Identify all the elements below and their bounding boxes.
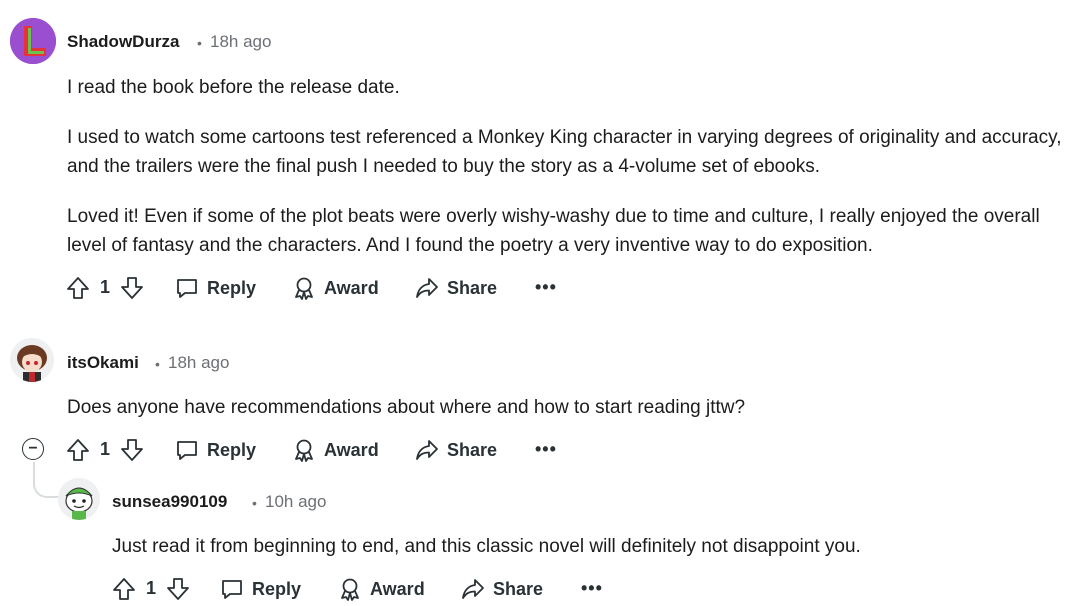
upvote-icon — [67, 439, 89, 461]
more-options-button[interactable]: ••• — [581, 578, 603, 599]
share-icon — [416, 278, 438, 298]
downvote-icon — [167, 578, 189, 600]
vote-count: 1 — [146, 578, 157, 598]
reply-label: Reply — [207, 277, 257, 298]
comment-action-bar: 1 Reply Award Share ••• — [0, 574, 1080, 604]
reply-label: Reply — [252, 578, 302, 599]
award-icon — [295, 439, 313, 462]
share-button[interactable]: Share — [415, 273, 497, 303]
comment-paragraph: Loved it! Even if some of the plot beats… — [67, 206, 1040, 256]
share-button[interactable]: Share — [461, 574, 543, 604]
meta-separator: • — [197, 35, 202, 51]
more-options-button[interactable]: ••• — [535, 439, 557, 460]
comment-bubble-icon — [177, 279, 197, 298]
upvote-button[interactable] — [66, 435, 90, 465]
comment-body: I read the book before the release date.… — [67, 73, 1067, 260]
comment-action-bar: 1 Reply Award Share ••• — [0, 435, 1080, 465]
comment-paragraph: Just read it from beginning to end, and … — [112, 536, 861, 557]
snoo-avatar-icon — [58, 478, 100, 520]
award-icon — [341, 578, 359, 601]
user-avatar[interactable] — [58, 478, 100, 520]
upvote-icon — [67, 277, 89, 299]
comment-timestamp[interactable]: 18h ago — [168, 353, 229, 373]
award-icon — [295, 277, 313, 300]
reply-button[interactable]: Reply — [175, 273, 256, 303]
upvote-icon — [113, 578, 135, 600]
reply-button[interactable]: Reply — [175, 435, 256, 465]
comment-body: Does anyone have recommendations about w… — [67, 393, 1067, 422]
comment-action-bar: 1 Reply Award Share ••• — [0, 273, 1080, 303]
thread-line-curve — [33, 474, 61, 498]
anime-character-avatar-icon — [10, 338, 54, 382]
award-label: Award — [370, 578, 425, 599]
comment-author[interactable]: sunsea990109 — [112, 492, 227, 512]
comment-paragraph: I read the book before the release date. — [67, 77, 400, 98]
award-label: Award — [324, 439, 379, 460]
downvote-icon — [121, 277, 143, 299]
share-icon — [416, 440, 438, 460]
upvote-button[interactable] — [66, 273, 90, 303]
comment-author[interactable]: itsOkami — [67, 353, 139, 373]
vote-count: 1 — [100, 439, 111, 459]
meta-separator: • — [155, 356, 160, 372]
comment-timestamp[interactable]: 10h ago — [265, 492, 326, 512]
user-avatar[interactable] — [10, 18, 56, 64]
award-button[interactable]: Award — [292, 273, 379, 303]
comment-paragraph: I used to watch some cartoons test refer… — [67, 127, 1062, 177]
vote-count: 1 — [100, 277, 111, 297]
upvote-button[interactable] — [112, 574, 136, 604]
award-label: Award — [324, 277, 379, 298]
share-icon — [462, 579, 484, 599]
more-options-button[interactable]: ••• — [535, 277, 557, 298]
award-button[interactable]: Award — [338, 574, 425, 604]
meta-separator: • — [252, 495, 257, 511]
downvote-button[interactable] — [120, 273, 144, 303]
comment-body: Just read it from beginning to end, and … — [112, 532, 1072, 561]
comment-bubble-icon — [222, 580, 242, 599]
share-label: Share — [447, 439, 498, 460]
avatar-l-icon — [10, 18, 56, 64]
comment-bubble-icon — [177, 441, 197, 460]
comment-paragraph: Does anyone have recommendations about w… — [67, 397, 746, 418]
award-button[interactable]: Award — [292, 435, 379, 465]
reply-label: Reply — [207, 439, 257, 460]
reply-button[interactable]: Reply — [220, 574, 301, 604]
share-label: Share — [493, 578, 544, 599]
downvote-button[interactable] — [120, 435, 144, 465]
downvote-button[interactable] — [166, 574, 190, 604]
user-avatar[interactable] — [10, 338, 54, 382]
comment-author[interactable]: ShadowDurza — [67, 32, 179, 52]
downvote-icon — [121, 439, 143, 461]
share-label: Share — [447, 277, 498, 298]
share-button[interactable]: Share — [415, 435, 497, 465]
comment-timestamp[interactable]: 18h ago — [210, 32, 271, 52]
